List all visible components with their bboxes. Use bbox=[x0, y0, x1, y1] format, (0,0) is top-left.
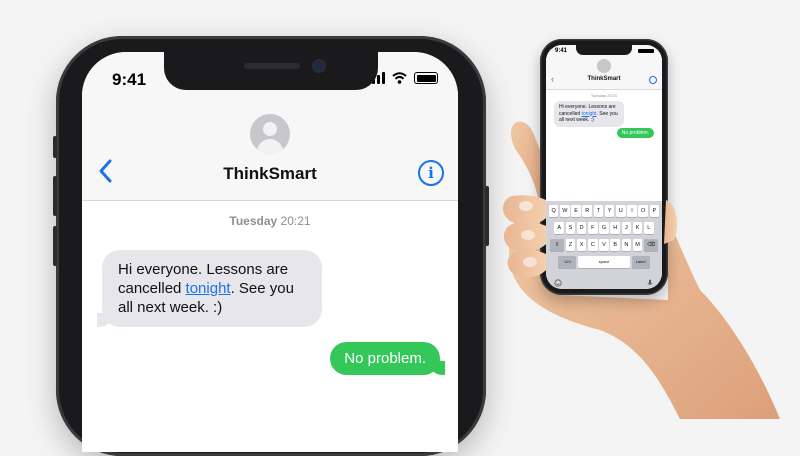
small-info-icon[interactable] bbox=[649, 76, 657, 84]
key-v[interactable]: V bbox=[599, 239, 609, 251]
key-w[interactable]: W bbox=[560, 205, 570, 217]
keyboard-row-1: Q W E R T Y U I O P bbox=[548, 205, 660, 217]
key-z[interactable]: Z bbox=[565, 239, 576, 251]
key-x[interactable]: X bbox=[576, 239, 587, 251]
key-a[interactable]: A bbox=[554, 222, 565, 234]
shift-key-icon[interactable]: ⇧ bbox=[550, 239, 565, 251]
key-o[interactable]: O bbox=[638, 205, 648, 217]
small-message-timestamp: Tuesday 20:21 bbox=[590, 93, 618, 98]
backspace-key-icon[interactable]: ⌫ bbox=[643, 239, 658, 251]
keyboard-bottom-bar bbox=[546, 278, 662, 288]
microphone-icon[interactable] bbox=[646, 279, 654, 287]
key-q[interactable]: Q bbox=[548, 205, 559, 217]
numbers-key-label: 123 bbox=[564, 259, 571, 264]
small-incoming-message-bubble[interactable]: Hi everyone. Lessons are cancelled tonig… bbox=[554, 101, 624, 127]
key-g[interactable]: G bbox=[599, 222, 609, 234]
return-key[interactable]: Label bbox=[631, 256, 650, 268]
space-key-label: space bbox=[598, 259, 610, 264]
keyboard-row-4: 123 space Label bbox=[548, 256, 660, 268]
small-contact-avatar[interactable] bbox=[597, 59, 611, 73]
key-d[interactable]: D bbox=[576, 222, 587, 234]
emoji-icon[interactable] bbox=[554, 279, 562, 287]
small-status-time: 9:41 bbox=[555, 48, 568, 54]
hand-illustration bbox=[509, 121, 780, 419]
key-e[interactable]: E bbox=[571, 205, 581, 217]
small-contact-name[interactable]: ThinkSmart bbox=[546, 76, 662, 82]
key-p[interactable]: P bbox=[649, 205, 660, 217]
key-n[interactable]: N bbox=[621, 239, 632, 251]
key-c[interactable]: C bbox=[588, 239, 598, 251]
small-battery-icon bbox=[638, 49, 654, 53]
key-j[interactable]: J bbox=[621, 222, 632, 234]
key-s[interactable]: S bbox=[565, 222, 576, 234]
keyboard-row-3: ⇧ Z X C V B N M ⌫ bbox=[548, 239, 660, 251]
small-tonight-link[interactable]: tonight bbox=[582, 111, 597, 117]
key-b[interactable]: B bbox=[610, 239, 620, 251]
key-m[interactable]: M bbox=[632, 239, 643, 251]
space-key[interactable]: space bbox=[578, 256, 630, 268]
key-k[interactable]: K bbox=[632, 222, 643, 234]
small-outgoing-message-bubble[interactable]: No problem. bbox=[616, 128, 654, 138]
numbers-key[interactable]: 123 bbox=[558, 256, 577, 268]
keyboard-row-2: A S D F G H J K L bbox=[548, 222, 660, 234]
key-t[interactable]: T bbox=[593, 205, 604, 217]
key-h[interactable]: H bbox=[610, 222, 620, 234]
small-messages-screen: 9:41 ‹ ThinkSmart Tuesday 20:21 Hi every… bbox=[546, 45, 662, 289]
key-l[interactable]: L bbox=[643, 222, 654, 234]
keyboard: Q W E R T Y U I O P A S D F G H J K L ⇧ … bbox=[546, 201, 662, 289]
small-phone-notch bbox=[576, 45, 632, 55]
key-r[interactable]: R bbox=[582, 205, 593, 217]
key-u[interactable]: U bbox=[615, 205, 626, 217]
key-y[interactable]: Y bbox=[604, 205, 615, 217]
key-i[interactable]: I bbox=[627, 205, 637, 217]
return-key-label: Label bbox=[635, 259, 646, 264]
key-f[interactable]: F bbox=[588, 222, 598, 234]
